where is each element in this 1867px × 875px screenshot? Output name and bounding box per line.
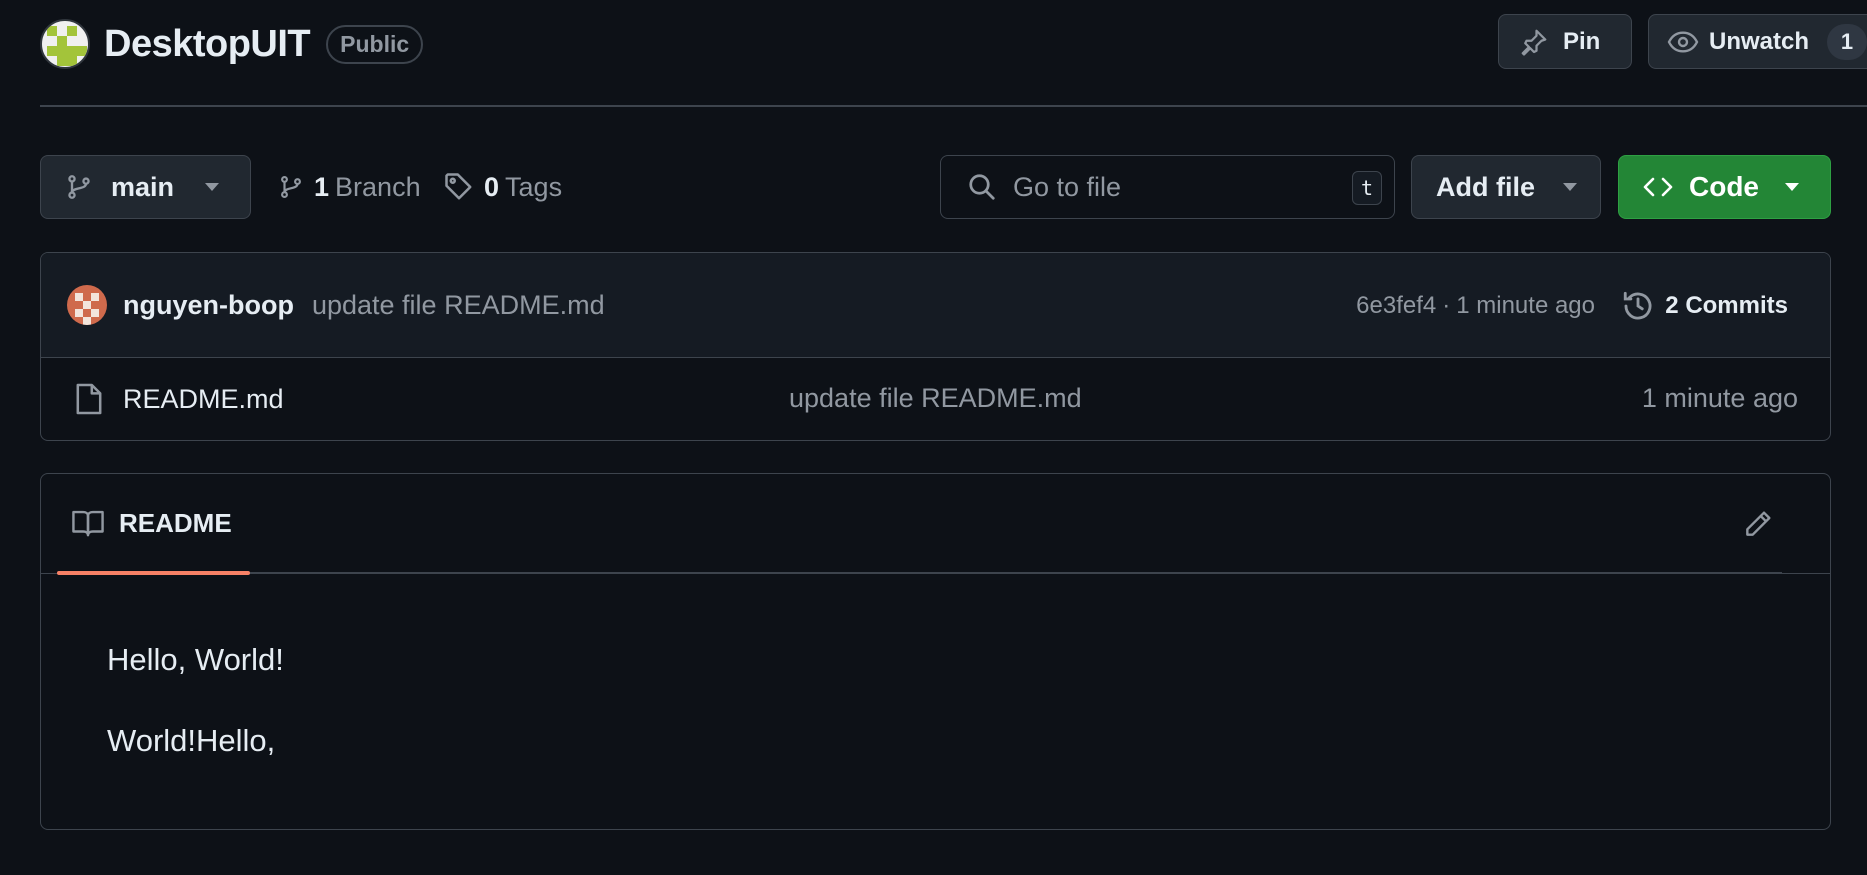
file-icon [76, 383, 102, 415]
git-branch-icon [281, 175, 301, 199]
tag-count: 0 [484, 171, 500, 202]
triangle-down-icon [1563, 183, 1577, 191]
readme-panel: README Hello, World! World!Hello, [40, 473, 1831, 830]
meta-separator: · [1442, 291, 1451, 319]
commits-label: 2 Commits [1665, 291, 1788, 319]
tag-label: Tags [505, 171, 563, 202]
branch-selector[interactable]: main [40, 155, 251, 219]
eye-icon [1667, 30, 1699, 53]
latest-commit-row: nguyen-boop update file README.md 6e3fef… [41, 253, 1830, 358]
pencil-icon[interactable] [1742, 508, 1774, 540]
branch-name: main [111, 171, 175, 202]
tags-link[interactable]: 0 Tags [444, 155, 562, 219]
file-name[interactable]: README.md [123, 384, 284, 415]
code-icon [1643, 177, 1673, 197]
triangle-down-icon [1785, 183, 1799, 191]
tab-track [250, 572, 1782, 574]
pin-button[interactable]: Pin [1498, 14, 1632, 69]
repo-header: DesktopUIT Public Pin Unwatch 1 [40, 14, 1867, 74]
commit-time: 1 minute ago [1456, 291, 1595, 319]
active-tab-indicator [57, 571, 250, 575]
header-divider [40, 105, 1867, 107]
triangle-down-icon [205, 183, 219, 191]
branch-count: 1 [314, 171, 330, 202]
unwatch-label: Unwatch [1709, 27, 1810, 55]
branch-label: Branch [335, 171, 421, 202]
readme-tab-label: README [119, 507, 232, 538]
file-commit-message[interactable]: update file README.md [789, 383, 1082, 414]
history-icon [1624, 291, 1652, 319]
commit-hash[interactable]: 6e3fef4 [1356, 292, 1436, 320]
add-file-button[interactable]: Add file [1411, 155, 1601, 219]
shortcut-key: t [1352, 171, 1382, 205]
readme-content: Hello, World! World!Hello, [41, 574, 1830, 759]
file-listing: nguyen-boop update file README.md 6e3fef… [40, 252, 1831, 441]
pin-label: Pin [1563, 27, 1601, 55]
tab-readme[interactable]: README [57, 474, 250, 572]
pin-icon [1521, 29, 1547, 56]
go-to-file-search[interactable]: t [940, 155, 1395, 219]
book-icon [72, 510, 104, 537]
search-icon [969, 174, 995, 200]
avatar[interactable] [67, 285, 107, 325]
git-branch-icon [68, 175, 90, 199]
watch-counter: 1 [1827, 23, 1867, 60]
commit-author[interactable]: nguyen-boop [123, 290, 294, 321]
branches-link[interactable]: 1 Branch [278, 155, 421, 219]
readme-line: Hello, World! [107, 642, 284, 677]
search-input[interactable] [1013, 171, 1333, 203]
unwatch-button[interactable]: Unwatch 1 [1648, 14, 1867, 69]
tag-icon [445, 173, 472, 200]
table-row[interactable]: README.md update file README.md 1 minute… [41, 358, 1830, 440]
readme-tabs: README [41, 474, 1830, 575]
code-button[interactable]: Code [1618, 155, 1831, 219]
add-file-label: Add file [1436, 171, 1535, 202]
repo-avatar[interactable] [40, 19, 90, 69]
visibility-badge: Public [326, 24, 424, 64]
repo-name[interactable]: DesktopUIT [104, 23, 311, 66]
file-commit-time: 1 minute ago [1641, 383, 1798, 413]
commit-message[interactable]: update file README.md [312, 290, 605, 321]
code-label: Code [1689, 171, 1759, 202]
commits-link[interactable]: 2 Commits [1621, 253, 1788, 358]
repo-toolbar: main 1 Branch 0 Tags t Add file Code [40, 155, 1831, 219]
readme-line: World!Hello, [107, 723, 276, 758]
commit-meta: 6e3fef4 · 1 minute ago [1356, 253, 1595, 358]
